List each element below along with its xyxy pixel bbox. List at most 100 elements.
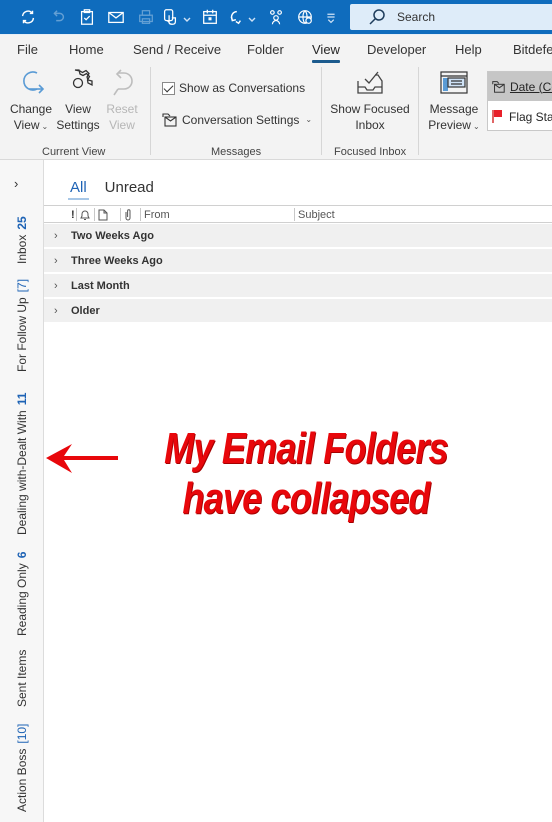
unread-count: 25: [15, 216, 29, 230]
annotation-line-2: have collapsed: [182, 474, 430, 523]
document-column-icon[interactable]: [98, 208, 108, 221]
touch-mode-dropdown[interactable]: [183, 12, 191, 22]
view-settings-line1: View: [65, 102, 91, 116]
print-icon[interactable]: [136, 7, 156, 27]
tab-send-receive[interactable]: Send / Receive: [133, 42, 221, 57]
folder-name: Inbox: [15, 234, 29, 264]
change-view-button[interactable]: Change View ⌄: [8, 67, 54, 135]
folder-name: For Follow Up: [15, 297, 29, 372]
filter-tab-all[interactable]: All: [68, 179, 89, 200]
search-icon: [368, 8, 386, 26]
conversation-settings-label: Conversation Settings: [182, 112, 300, 127]
web-icon[interactable]: [295, 7, 315, 27]
show-focused-line1: Show Focused: [330, 102, 410, 116]
ribbon-tabs: File Home Send / Receive Folder View Dev…: [0, 34, 552, 63]
tab-home[interactable]: Home: [69, 42, 104, 57]
folder-dealing-with-dealt-with[interactable]: Dealing with-Dealt With 11: [15, 393, 29, 535]
conversation-settings-icon: [162, 113, 177, 127]
message-preview-button[interactable]: Message Preview ⌄: [426, 67, 482, 135]
tab-view[interactable]: View: [312, 42, 340, 63]
group-header-older[interactable]: › Older: [44, 299, 552, 323]
calendar-icon[interactable]: [200, 7, 220, 27]
inbox-check-icon: [357, 71, 383, 94]
flag-icon: [492, 110, 502, 123]
folder-inbox[interactable]: Inbox 25: [15, 216, 29, 264]
folder-name: Dealing with-Dealt With: [15, 410, 29, 535]
arrangement-gallery: Date (Co Flag Sta: [487, 71, 552, 131]
mail-icon[interactable]: [106, 7, 126, 27]
chevron-right-icon[interactable]: ›: [54, 255, 64, 267]
reset-view-icon: [113, 69, 133, 96]
reminder-column-icon[interactable]: [79, 208, 91, 221]
folder-for-follow-up[interactable]: For Follow Up [7]: [15, 279, 29, 372]
search-box[interactable]: Search: [350, 4, 552, 30]
arrange-flag-status[interactable]: Flag Sta: [488, 102, 552, 131]
expand-folder-pane-chevron-icon[interactable]: ›: [14, 176, 28, 191]
reply-icon[interactable]: [225, 7, 245, 27]
tab-developer[interactable]: Developer: [367, 42, 426, 57]
group-header-two-weeks-ago[interactable]: › Two Weeks Ago: [44, 224, 552, 248]
chevron-right-icon[interactable]: ›: [54, 305, 64, 317]
reset-view-line2: View: [109, 118, 135, 132]
group-header-three-weeks-ago[interactable]: › Three Weeks Ago: [44, 249, 552, 273]
show-as-conversations-label: Show as Conversations: [179, 81, 306, 95]
importance-column[interactable]: !: [71, 208, 75, 221]
tab-folder[interactable]: Folder: [247, 42, 284, 57]
folder-reading-only[interactable]: Reading Only 6: [15, 552, 29, 636]
item-count: [7]: [15, 278, 29, 293]
change-view-line1: Change: [9, 102, 53, 116]
group-label: Two Weeks Ago: [71, 229, 154, 242]
group-label: Three Weeks Ago: [71, 254, 163, 267]
group-separator: [321, 67, 322, 155]
arrange-date-label: Date (Co: [509, 79, 552, 94]
touch-mode-icon[interactable]: [160, 7, 180, 27]
message-preview-line1: Message: [429, 102, 479, 116]
chevron-down-icon: ⌄: [305, 115, 313, 124]
chevron-right-icon[interactable]: ›: [54, 230, 64, 242]
message-filter-tabs: All Unread: [68, 179, 154, 200]
group-label-messages: Messages: [211, 146, 262, 158]
annotation-text: My Email Folders have collapsed: [153, 424, 458, 524]
people-icon[interactable]: [266, 7, 286, 27]
arrange-flag-label: Flag Sta: [509, 109, 552, 124]
group-label-current-view: Current View: [42, 146, 106, 158]
column-separator[interactable]: [294, 208, 295, 221]
tab-help[interactable]: Help: [455, 42, 482, 57]
tasks-icon[interactable]: [77, 7, 97, 27]
search-placeholder: Search: [397, 10, 436, 24]
conversation-settings-button[interactable]: Conversation Settings ⌄: [161, 111, 312, 128]
customize-qat-icon[interactable]: [324, 7, 338, 27]
reply-dropdown[interactable]: [248, 12, 256, 22]
annotation-arrow-left-icon: [46, 444, 118, 473]
checkbox-checked[interactable]: [162, 81, 175, 95]
show-as-conversations-checkbox[interactable]: Show as Conversations: [162, 81, 305, 95]
show-focused-line2: Inbox: [355, 118, 385, 132]
folder-sent-items[interactable]: Sent Items: [15, 650, 29, 707]
filter-tab-unread[interactable]: Unread: [105, 179, 154, 196]
folder-name: Action Boss: [15, 748, 29, 812]
from-column-header[interactable]: From: [144, 208, 170, 221]
column-separator[interactable]: [94, 208, 95, 221]
arrange-date-conversations[interactable]: Date (Co: [488, 72, 552, 101]
chevron-right-icon[interactable]: ›: [54, 280, 64, 292]
unread-count: 11: [15, 392, 29, 406]
column-separator[interactable]: [140, 208, 141, 221]
group-separator: [418, 67, 419, 155]
folder-action-boss[interactable]: Action Boss [10]: [15, 724, 29, 812]
group-header-last-month[interactable]: › Last Month: [44, 274, 552, 298]
message-preview-line2: Preview ⌄: [428, 118, 480, 132]
column-separator[interactable]: [76, 208, 77, 221]
view-settings-line2: Settings: [56, 118, 100, 132]
change-view-icon: [23, 71, 45, 94]
subject-column-header[interactable]: Subject: [298, 208, 335, 221]
show-focused-inbox-button[interactable]: Show Focused Inbox: [328, 67, 412, 133]
send-receive-all-icon[interactable]: [18, 7, 38, 27]
tab-file[interactable]: File: [17, 42, 38, 57]
paperclip-column-icon[interactable]: [123, 208, 133, 221]
column-separator[interactable]: [120, 208, 121, 221]
group-label: Last Month: [71, 279, 130, 292]
undo-icon[interactable]: [48, 7, 68, 27]
view-settings-button[interactable]: View Settings: [55, 67, 101, 133]
tab-bitdefender[interactable]: Bitdefe: [513, 42, 552, 57]
reset-view-button[interactable]: Reset View: [102, 67, 142, 133]
